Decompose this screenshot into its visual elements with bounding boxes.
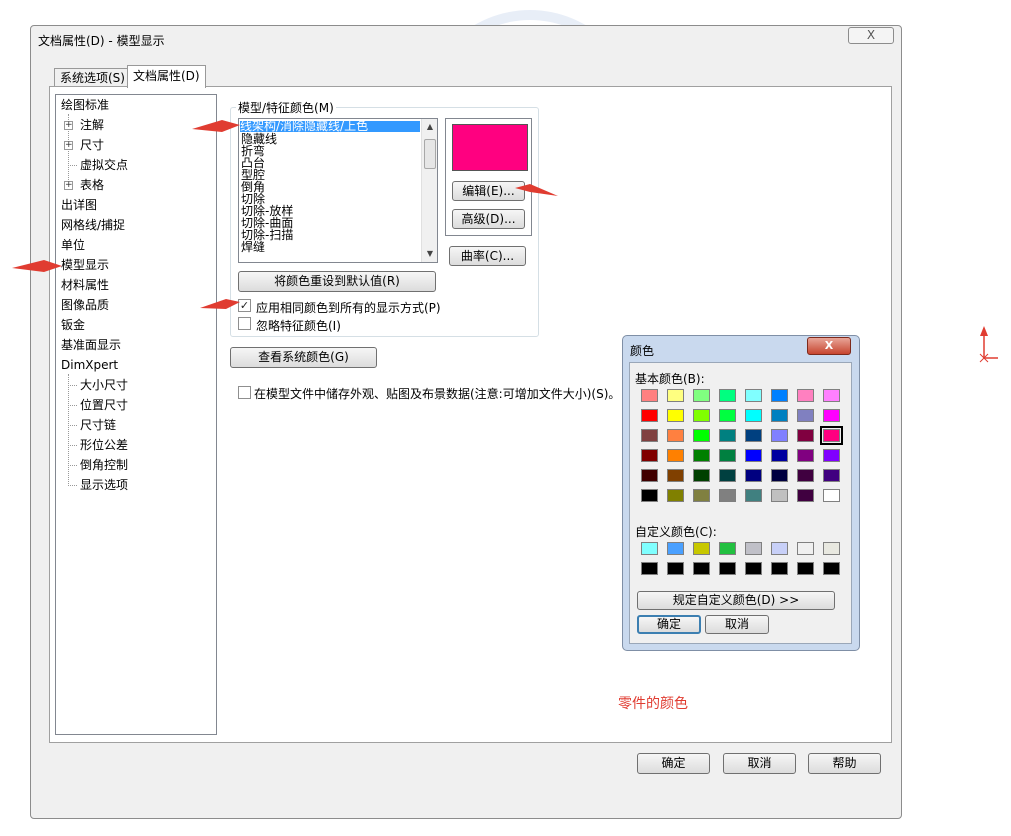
red-arrow-icon <box>515 184 558 196</box>
annotation-arrows <box>12 120 998 363</box>
tab-document-properties[interactable]: 文档属性(D) <box>127 65 206 88</box>
axis-indicator-icon <box>980 326 988 336</box>
red-arrow-icon <box>200 299 240 309</box>
red-arrow-icon <box>12 260 62 272</box>
red-arrow-icon <box>192 120 240 132</box>
